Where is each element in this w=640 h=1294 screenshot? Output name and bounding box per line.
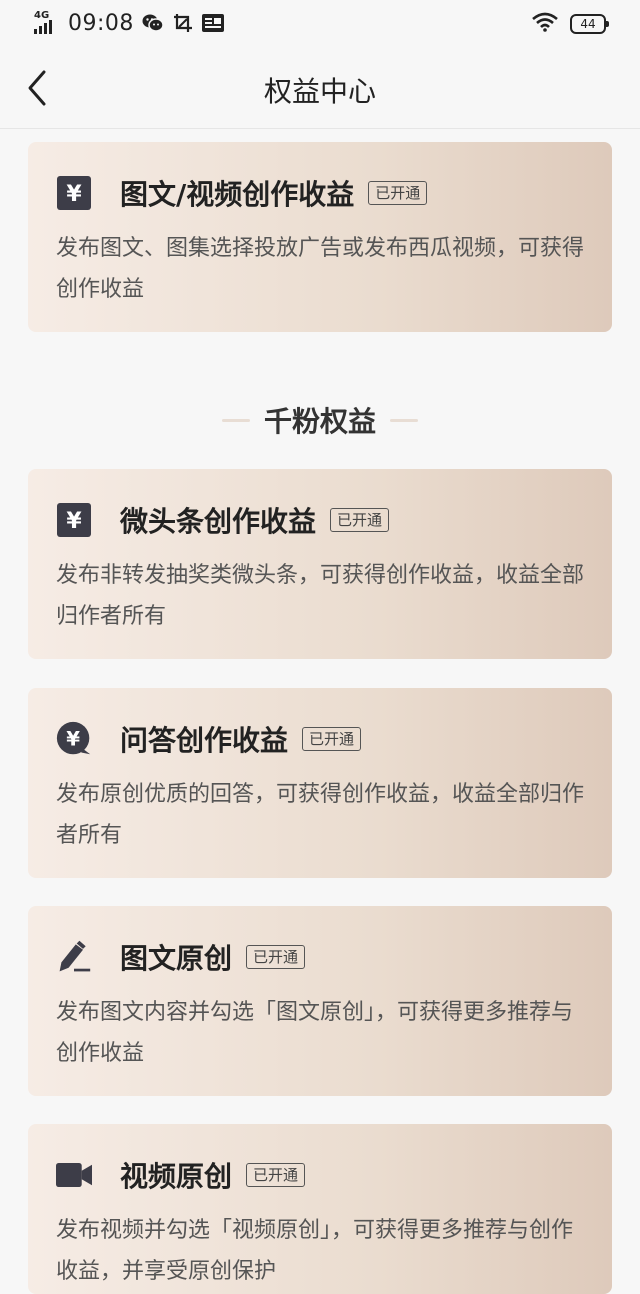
card-description: 发布原创优质的回答，可获得创作收益，收益全部归作者所有 bbox=[56, 782, 585, 848]
yuan-bubble-icon: ¥ bbox=[56, 721, 92, 757]
yuan-square-icon: ¥ bbox=[56, 175, 92, 211]
section-title: 千粉权益 bbox=[263, 405, 376, 438]
benefit-card-article-video[interactable]: ¥ 图文/视频创作收益 已开通 发布图文、图集选择投放广告或发布西瓜视频，可获得… bbox=[28, 142, 612, 332]
card-description: 发布图文内容并勾选「图文原创」，可获得更多推荐与创作收益 bbox=[56, 1000, 574, 1066]
card-title: 图文原创 bbox=[120, 942, 233, 975]
card-title: 图文/视频创作收益 bbox=[120, 178, 355, 211]
battery-level: 44 bbox=[580, 17, 596, 31]
divider bbox=[221, 418, 250, 422]
status-time: 09:08 bbox=[68, 10, 134, 36]
benefit-card-article-original[interactable]: 图文原创 已开通 发布图文内容并勾选「图文原创」，可获得更多推荐与创作收益 bbox=[28, 906, 612, 1096]
signal-icon: 4G bbox=[34, 10, 62, 36]
svg-text:¥: ¥ bbox=[66, 727, 80, 750]
wifi-icon bbox=[532, 12, 558, 36]
status-badge: 已开通 bbox=[246, 945, 306, 969]
benefit-card-micro-post[interactable]: ¥ 微头条创作收益 已开通 发布非转发抽奖类微头条，可获得创作收益，收益全部归作… bbox=[28, 469, 612, 659]
card-title: 微头条创作收益 bbox=[120, 505, 317, 538]
toutiao-icon bbox=[201, 12, 224, 34]
nav-bar: 权益中心 bbox=[0, 50, 640, 129]
svg-text:¥: ¥ bbox=[66, 182, 82, 207]
status-badge: 已开通 bbox=[368, 181, 428, 205]
section-header: 千粉权益 bbox=[0, 398, 640, 442]
svg-text:¥: ¥ bbox=[66, 509, 82, 534]
page-title: 权益中心 bbox=[263, 75, 376, 108]
card-title: 视频原创 bbox=[120, 1160, 233, 1193]
battery-icon: 44 bbox=[570, 14, 609, 34]
benefit-card-video-original[interactable]: 视频原创 已开通 发布视频并勾选「视频原创」，可获得更多推荐与创作收益，并享受原… bbox=[28, 1124, 612, 1294]
card-title: 问答创作收益 bbox=[120, 724, 289, 757]
status-badge: 已开通 bbox=[302, 727, 362, 751]
status-bar: 4G 09:08 44 bbox=[0, 0, 640, 50]
status-badge: 已开通 bbox=[330, 508, 390, 532]
video-camera-icon bbox=[56, 1157, 92, 1193]
card-description: 发布非转发抽奖类微头条，可获得创作收益，收益全部归作者所有 bbox=[56, 563, 585, 629]
benefit-card-qa[interactable]: ¥ 问答创作收益 已开通 发布原创优质的回答，可获得创作收益，收益全部归作者所有 bbox=[28, 688, 612, 878]
wechat-icon bbox=[142, 12, 164, 34]
divider bbox=[390, 418, 418, 422]
pen-icon bbox=[56, 939, 92, 975]
yuan-square-icon: ¥ bbox=[56, 502, 92, 538]
screenshot-icon bbox=[172, 12, 194, 34]
card-description: 发布图文、图集选择投放广告或发布西瓜视频，可获得创作收益 bbox=[56, 236, 585, 302]
status-badge: 已开通 bbox=[246, 1163, 306, 1187]
